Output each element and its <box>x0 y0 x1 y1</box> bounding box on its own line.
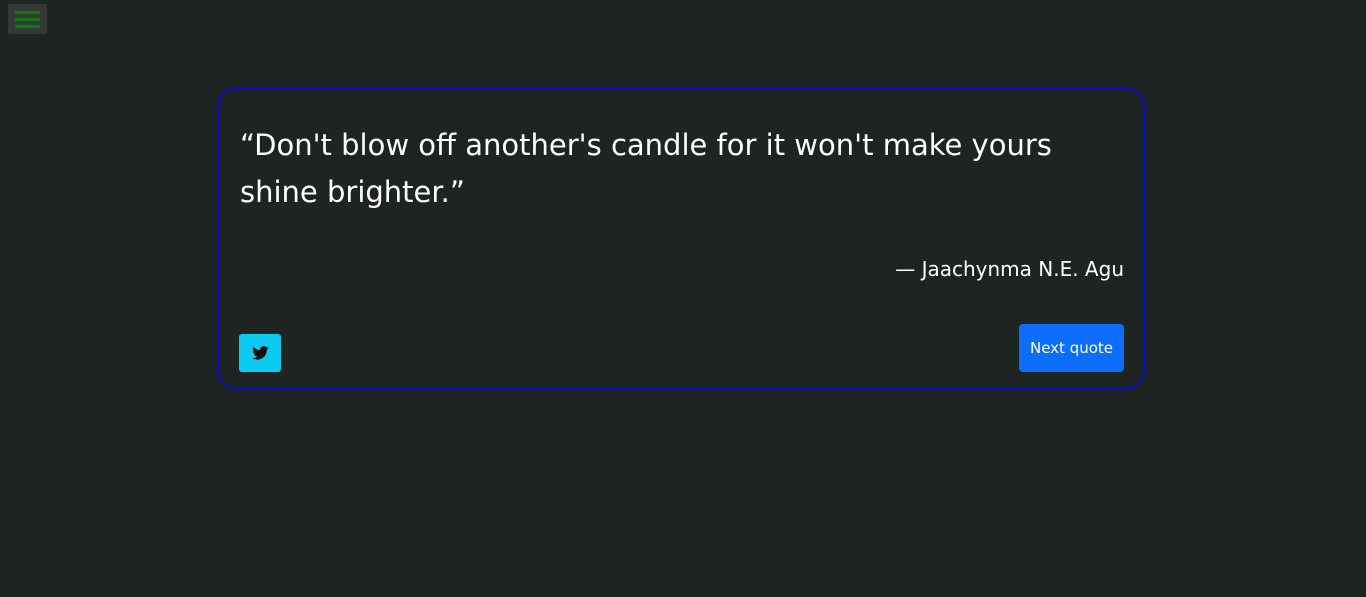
tweet-quote-button[interactable] <box>239 334 281 372</box>
twitter-icon <box>251 346 269 360</box>
next-quote-button[interactable]: Next quote <box>1019 324 1124 372</box>
quote-author: — Jaachynma N.E. Agu <box>895 257 1124 281</box>
quote-text: “Don't blow off another's candle for it … <box>240 128 1052 209</box>
quote-box: “Don't blow off another's candle for it … <box>217 87 1145 390</box>
hamburger-menu-icon-bar-top <box>15 10 40 14</box>
hamburger-menu-icon-bar-bottom <box>15 24 40 28</box>
hamburger-menu-button[interactable] <box>8 4 47 34</box>
hamburger-menu-icon-bar-middle <box>15 17 40 21</box>
